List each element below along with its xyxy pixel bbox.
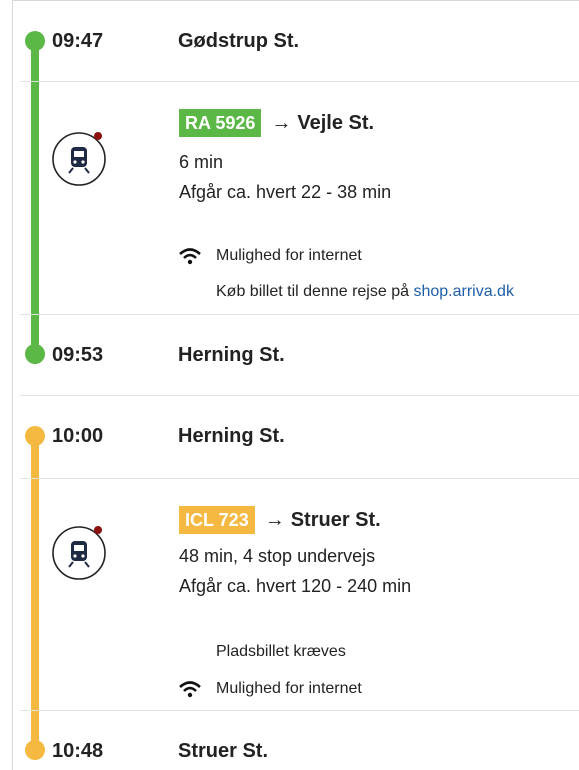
leg2-frequency: Afgår ca. hvert 120 - 240 min (179, 576, 412, 596)
divider (20, 395, 579, 396)
wifi-icon (179, 248, 201, 265)
leg2-departure-time: 10:00 (52, 425, 104, 447)
leg1-frequency: Afgår ca. hvert 22 - 38 min (179, 182, 392, 202)
leg1-arrival-station: Herning St. (178, 344, 285, 366)
ticket-link[interactable]: shop.arriva.dk (413, 283, 514, 300)
leg1-departure-dot (25, 31, 45, 51)
destination: Struer St. (290, 508, 381, 531)
divider (20, 314, 579, 315)
leg2-internet: Mulighed for internet (216, 680, 362, 697)
leg1-ticket-info: Køb billet til denne rejse på shop.arriv… (216, 283, 514, 301)
leg1-arrival-time: 09:53 (52, 344, 104, 366)
leg2-header: ICL 723 → Struer St. (179, 506, 381, 534)
line-badge[interactable]: ICL 723 (179, 506, 255, 534)
destination: Vejle St. (297, 111, 375, 134)
leg1-duration: 6 min (179, 152, 224, 172)
leg1-departure-time: 09:47 (52, 30, 104, 52)
divider (20, 81, 579, 82)
leg1-internet: Mulighed for internet (216, 247, 362, 264)
leg1-timeline (31, 40, 39, 354)
leg2-departure-station: Herning St. (178, 425, 285, 447)
leg2-arrival-station: Struer St. (178, 740, 269, 762)
leg2-timeline (31, 436, 39, 750)
leg2-departure-dot (25, 426, 45, 446)
leg2-arrival-dot (25, 740, 45, 760)
leg1-arrival-dot (25, 344, 45, 364)
arrow-icon: → (264, 508, 285, 531)
leg1-header: RA 5926 → Vejle St. (179, 109, 374, 137)
line-badge[interactable]: RA 5926 (179, 109, 262, 137)
wifi-icon (179, 681, 201, 698)
ticket-text: Køb billet til denne rejse på (216, 283, 409, 300)
leg2-seat-reservation: Pladsbillet kræves (216, 643, 346, 660)
arrow-icon: → (271, 111, 292, 134)
train-icon (52, 526, 106, 580)
divider (20, 478, 579, 479)
divider (20, 710, 579, 711)
train-icon (52, 132, 106, 186)
leg2-arrival-time: 10:48 (52, 740, 104, 762)
leg2-duration: 48 min, 4 stop undervejs (179, 546, 376, 566)
leg1-departure-station: Gødstrup St. (178, 30, 300, 52)
